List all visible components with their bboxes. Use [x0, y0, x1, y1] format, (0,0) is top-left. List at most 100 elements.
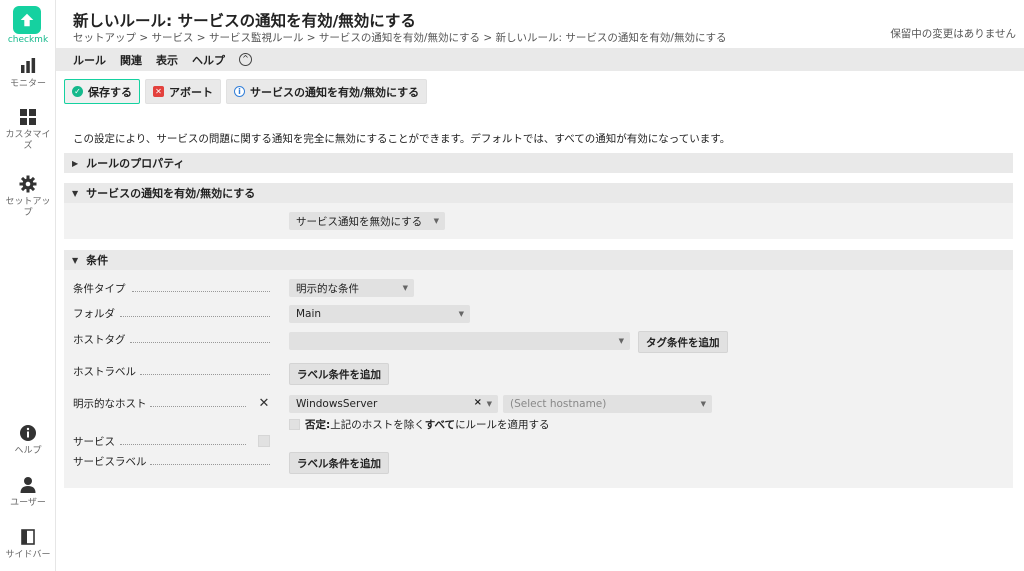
toggle-label: サービスの通知を有効/無効にする [250, 85, 420, 99]
sidebar-item-setup[interactable]: セットアッ プ [0, 175, 56, 219]
clear-icon[interactable]: × [474, 397, 482, 408]
negate-prefix: 否定: [305, 419, 331, 431]
select-value: WindowsServer [296, 398, 378, 410]
service-labels-label: サービスラベル [73, 456, 147, 468]
dotted-leader [150, 406, 246, 407]
condition-type-label: 条件タイプ [73, 283, 126, 295]
negate-checkbox[interactable] [289, 419, 300, 430]
label-line: カスタマイ [5, 130, 51, 140]
host-tag-select[interactable]: ▼ [289, 332, 630, 350]
sidebar-item-monitor[interactable]: モニター [0, 57, 56, 90]
dotted-leader [150, 464, 270, 465]
user-icon [20, 477, 36, 493]
dotted-leader [120, 444, 246, 445]
sidebar-item-help[interactable]: ヘルプ [0, 424, 56, 457]
dotted-leader [140, 374, 270, 375]
dotted-leader [132, 291, 270, 292]
chevron-down-icon: ▼ [618, 337, 624, 345]
negate-all: すべて [424, 419, 456, 431]
gear-icon [19, 175, 37, 193]
collapse-icon: ▼ [72, 255, 79, 265]
bar-chart-icon [21, 58, 36, 73]
page-header: 新しいルール: サービスの通知を有効/無効にする セットアップ > サービス >… [56, 0, 1024, 48]
negate-text: 上記のホストを除く [330, 419, 425, 431]
add-service-label-button[interactable]: ラベル条件を追加 [289, 452, 389, 474]
toggle-notification-button[interactable]: i サービスの通知を有効/無効にする [226, 79, 428, 104]
label-line: ズ [23, 141, 33, 151]
expand-icon: ▶ [72, 158, 79, 168]
logo-text: checkmk [7, 35, 49, 45]
sidebar: checkmk モニター カスタマイ ズ セットアッ プ ヘルプ ユーザー サイ… [0, 0, 56, 571]
negate-suffix: にルールを適用する [455, 419, 550, 431]
chevron-down-icon: ▼ [433, 217, 439, 225]
close-icon: ✕ [153, 86, 164, 97]
sidebar-item-label: セットアッ プ [0, 197, 56, 219]
select-value: 明示的な条件 [296, 282, 359, 295]
sidebar-item-customize[interactable]: カスタマイ ズ [0, 108, 56, 152]
explicit-hosts-checkbox[interactable]: ✕ [258, 397, 270, 410]
chevron-down-icon: ▼ [402, 284, 408, 292]
save-button[interactable]: ✓ 保存する [64, 79, 140, 104]
add-tag-condition-button[interactable]: タグ条件を追加 [638, 331, 728, 353]
condition-type-select[interactable]: 明示的な条件 ▼ [289, 279, 414, 297]
host-select[interactable]: WindowsServer × ▼ [289, 395, 498, 413]
menu-related[interactable]: 関連 [120, 52, 142, 68]
label-line: プ [23, 208, 33, 218]
breadcrumb[interactable]: セットアップ > サービス > サービス監視ルール > サービスの通知を有効/無… [73, 30, 727, 45]
section-conditions[interactable]: ▼ 条件 [64, 250, 1013, 270]
menu-help[interactable]: ヘルプ [192, 52, 225, 68]
collapse-icon: ▼ [72, 188, 79, 198]
info-icon [20, 425, 36, 441]
section-rule-properties[interactable]: ▶ ルールのプロパティ [64, 153, 1013, 173]
folder-label: フォルダ [73, 308, 115, 320]
section-title: サービスの通知を有効/無効にする [86, 187, 256, 200]
dotted-leader [120, 316, 270, 317]
chevron-down-icon: ▼ [458, 310, 464, 318]
negate-option[interactable]: 否定: 上記のホストを除く すべて にルールを適用する [289, 417, 550, 432]
notification-select[interactable]: サービス通知を無効にする ▼ [289, 212, 445, 230]
section-title: ルールのプロパティ [86, 157, 185, 170]
action-bar: ✓ 保存する ✕ アボート i サービスの通知を有効/無効にする [64, 79, 428, 104]
sidebar-item-user[interactable]: ユーザー [0, 476, 56, 509]
folder-select[interactable]: Main ▼ [289, 305, 470, 323]
chevron-down-icon: ▼ [700, 400, 706, 408]
checkmk-logo-icon[interactable] [13, 6, 41, 34]
host-labels-label: ホストラベル [73, 366, 136, 378]
label-line: セットアッ [5, 197, 51, 207]
info-icon: i [234, 86, 245, 97]
menu-rule[interactable]: ルール [73, 52, 106, 68]
sidebar-item-label: ユーザー [10, 498, 46, 508]
select-placeholder: (Select hostname) [510, 398, 607, 410]
hostname-select[interactable]: (Select hostname) ▼ [503, 395, 712, 413]
collapse-icon[interactable]: ^ [239, 53, 252, 66]
sidebar-item-label: サイドバー [5, 550, 51, 560]
section-title: 条件 [86, 254, 109, 267]
sidebar-item-sidebar[interactable]: サイドバー [0, 528, 56, 561]
pending-changes[interactable]: 保留中の変更はありません [890, 26, 1016, 41]
sidebar-item-label: モニター [9, 79, 46, 89]
grid-icon [20, 109, 36, 125]
explicit-hosts-label: 明示的なホスト [73, 398, 147, 410]
save-label: 保存する [88, 85, 132, 99]
page-title: 新しいルール: サービスの通知を有効/無効にする [73, 12, 416, 30]
dotted-leader [130, 342, 270, 343]
abort-button[interactable]: ✕ アボート [145, 79, 221, 104]
menu-display[interactable]: 表示 [156, 52, 178, 68]
section-value-body [64, 203, 1013, 239]
sidebar-item-label: カスタマイ ズ [0, 130, 56, 152]
check-icon: ✓ [72, 86, 83, 97]
sidebar-icon [21, 529, 35, 545]
chevron-down-icon: ▼ [486, 400, 492, 408]
services-checkbox[interactable] [258, 435, 270, 447]
rule-description: この設定により、サービスの問題に関する通知を完全に無効にすることができます。デフ… [73, 133, 731, 145]
section-value[interactable]: ▼ サービスの通知を有効/無効にする [64, 183, 1013, 203]
section-conditions-body [64, 270, 1013, 488]
services-label: サービス [73, 436, 115, 448]
select-value: サービス通知を無効にする [296, 215, 423, 228]
sidebar-item-label: ヘルプ [14, 446, 42, 456]
abort-label: アボート [169, 85, 213, 99]
add-host-label-button[interactable]: ラベル条件を追加 [289, 363, 389, 385]
select-value: Main [296, 308, 322, 320]
menubar: ルール 関連 表示 ヘルプ ^ [56, 48, 1024, 71]
host-tags-label: ホストタグ [73, 334, 126, 346]
